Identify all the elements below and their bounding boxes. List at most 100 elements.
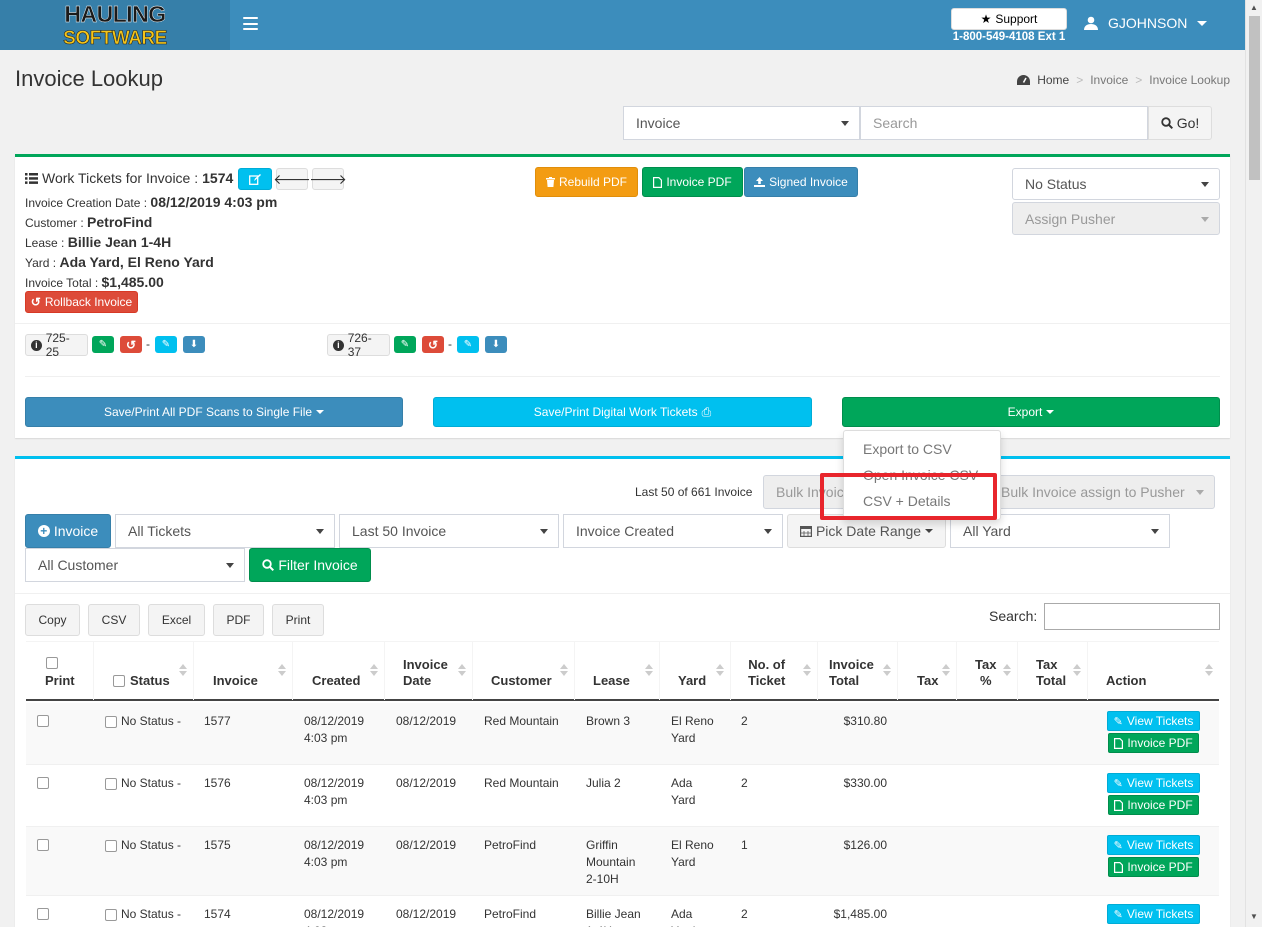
search-input[interactable]: Search xyxy=(860,106,1148,140)
menu-item-csv-details[interactable]: CSV + Details xyxy=(863,493,951,509)
print-checkbox[interactable] xyxy=(37,908,49,920)
scroll-down-icon[interactable]: ▼ xyxy=(1250,912,1258,921)
view-tickets-button[interactable]: ✎ View Tickets xyxy=(1107,904,1200,924)
range-filter-select[interactable]: Last 50 Invoice xyxy=(339,514,559,548)
column-invoice-total[interactable]: Invoice Total xyxy=(818,642,898,700)
column-action[interactable]: Action xyxy=(1088,642,1219,700)
separator-dash: - xyxy=(146,337,150,351)
ticket-chip-725-25[interactable]: i 725-25 xyxy=(25,331,88,359)
status-all-checkbox[interactable] xyxy=(113,675,125,687)
yard-cell: El Reno Yard xyxy=(671,714,714,745)
print-checkbox[interactable] xyxy=(37,839,49,851)
assign-pusher-select[interactable]: Assign Pusher xyxy=(1012,202,1220,235)
yard-cell: El Reno Yard xyxy=(671,838,714,869)
copy-button[interactable]: Copy xyxy=(25,604,80,636)
view-tickets-label: View Tickets xyxy=(1126,907,1194,921)
rollback-ticket-button[interactable]: ↺ xyxy=(120,336,142,353)
caret-down-icon xyxy=(764,529,772,534)
go-button[interactable]: Go! xyxy=(1148,106,1212,140)
rollback-invoice-button[interactable]: ↺ Rollback Invoice xyxy=(25,291,138,313)
row-invoice-pdf-button[interactable]: Invoice PDF xyxy=(1108,857,1199,877)
excel-button[interactable]: Excel xyxy=(148,604,205,636)
filter-invoice-button[interactable]: Filter Invoice xyxy=(249,548,371,582)
print-checkbox[interactable] xyxy=(37,715,49,727)
rebuild-pdf-label: Rebuild PDF xyxy=(558,175,628,189)
save-print-pdf-scans-button[interactable]: Save/Print All PDF Scans to Single File xyxy=(25,397,403,427)
invoice-total: Invoice Total : $1,485.00 xyxy=(25,274,164,290)
column-created[interactable]: Created xyxy=(293,642,385,700)
search-type-select[interactable]: Invoice xyxy=(623,106,860,140)
edit-ticket-button[interactable]: ✎ xyxy=(92,336,114,353)
hamburger-menu-icon[interactable] xyxy=(243,17,258,30)
column-yard[interactable]: Yard xyxy=(660,642,731,700)
bulk-assign-pusher-select[interactable]: Bulk Invoice assign to Pusher xyxy=(988,475,1215,509)
invoice-pdf-button[interactable]: Invoice PDF xyxy=(642,167,743,197)
download-ticket-button[interactable]: ⬇ xyxy=(485,336,507,353)
scrollbar-thumb[interactable] xyxy=(1249,16,1260,180)
status-checkbox[interactable] xyxy=(105,715,117,728)
view-tickets-button[interactable]: ✎ View Tickets xyxy=(1107,835,1200,855)
csv-button[interactable]: CSV xyxy=(88,604,140,636)
export-dropdown-button[interactable]: Export xyxy=(842,397,1220,427)
download-ticket-button[interactable]: ⬇ xyxy=(183,336,205,353)
user-menu[interactable]: GJOHNSON xyxy=(1084,15,1208,31)
print-button[interactable]: Print xyxy=(272,604,324,636)
column-tax-percent[interactable]: Tax % xyxy=(957,642,1018,700)
column-tax[interactable]: Tax xyxy=(898,642,957,700)
bulk-invoice-select[interactable]: Bulk Invoice xyxy=(763,475,855,509)
view-tickets-label: View Tickets xyxy=(1126,838,1194,852)
caret-down-icon xyxy=(1151,529,1159,534)
edit-ticket-scan-button[interactable]: ✎ xyxy=(155,336,177,353)
hauling-software-logo[interactable]: HAULING SOFTWARE xyxy=(0,0,230,50)
row-invoice-pdf-button[interactable]: Invoice PDF xyxy=(1108,795,1199,815)
column-status[interactable]: Status xyxy=(94,642,194,700)
view-tickets-button[interactable]: ✎ View Tickets xyxy=(1107,711,1200,731)
add-invoice-button[interactable]: + Invoice xyxy=(25,514,111,548)
search-placeholder: Search xyxy=(873,115,918,131)
column-tax-total[interactable]: Tax Total xyxy=(1018,642,1088,700)
previous-invoice-button[interactable]: 🡐 xyxy=(273,168,311,190)
menu-item-export-csv[interactable]: Export to CSV xyxy=(863,441,952,457)
column-no-of-ticket[interactable]: No. of Ticket xyxy=(731,642,818,700)
tickets-filter-select[interactable]: All Tickets xyxy=(115,514,335,548)
print-checkbox[interactable] xyxy=(37,777,49,789)
support-button[interactable]: ★ Support xyxy=(951,8,1067,30)
breadcrumb-home[interactable]: Home xyxy=(1037,73,1069,87)
ticket-chip-726-37[interactable]: i 726-37 xyxy=(327,331,390,359)
rebuild-pdf-button[interactable]: Rebuild PDF xyxy=(535,167,638,197)
invoice-number-cell: 1576 xyxy=(204,776,231,790)
invoice-status-select[interactable]: No Status xyxy=(1012,168,1220,200)
status-checkbox[interactable] xyxy=(105,839,117,852)
pdf-button[interactable]: PDF xyxy=(213,604,264,636)
next-invoice-button[interactable]: 🡒 xyxy=(309,168,347,190)
invoice-total-cell: $126.00 xyxy=(843,838,887,852)
signed-invoice-button[interactable]: Signed Invoice xyxy=(744,167,858,197)
created-cell: 08/12/2019 4:03 pm xyxy=(304,907,365,927)
ticket-count-cell: 2 xyxy=(741,714,748,728)
view-tickets-button[interactable]: ✎ View Tickets xyxy=(1107,773,1200,793)
table-search-input[interactable] xyxy=(1044,603,1220,630)
column-lease[interactable]: Lease xyxy=(575,642,660,700)
export-dropdown-menu: Export to CSV Open Invoice CSV CSV + Det… xyxy=(843,430,1001,520)
row-invoice-pdf-button[interactable]: Invoice PDF xyxy=(1108,733,1199,753)
status-cell: No Status - xyxy=(105,837,181,854)
invoice-lease: Lease : Billie Jean 1-4H xyxy=(25,234,172,250)
rollback-ticket-button[interactable]: ↺ xyxy=(422,336,444,353)
breadcrumb-invoice[interactable]: Invoice xyxy=(1090,73,1128,87)
column-invoice[interactable]: Invoice xyxy=(194,642,293,700)
menu-item-open-invoice-csv[interactable]: Open Invoice CSV xyxy=(863,467,978,483)
column-invoice-date[interactable]: Invoice Date xyxy=(385,642,473,700)
date-type-filter-select[interactable]: Invoice Created xyxy=(563,514,783,548)
edit-invoice-button[interactable] xyxy=(238,168,272,190)
customer-filter-select[interactable]: All Customer xyxy=(25,548,245,582)
edit-ticket-scan-button[interactable]: ✎ xyxy=(457,336,479,353)
select-all-checkbox[interactable] xyxy=(46,657,58,669)
save-print-digital-tickets-button[interactable]: Save/Print Digital Work Tickets ⎙ xyxy=(433,397,812,427)
status-checkbox[interactable] xyxy=(105,777,117,790)
column-customer[interactable]: Customer xyxy=(473,642,575,700)
page-scrollbar[interactable]: ▲ ▼ xyxy=(1245,0,1262,927)
edit-ticket-button[interactable]: ✎ xyxy=(394,336,416,353)
scroll-up-icon[interactable]: ▲ xyxy=(1250,3,1258,12)
column-print[interactable]: Print xyxy=(26,642,94,700)
status-checkbox[interactable] xyxy=(105,908,117,921)
